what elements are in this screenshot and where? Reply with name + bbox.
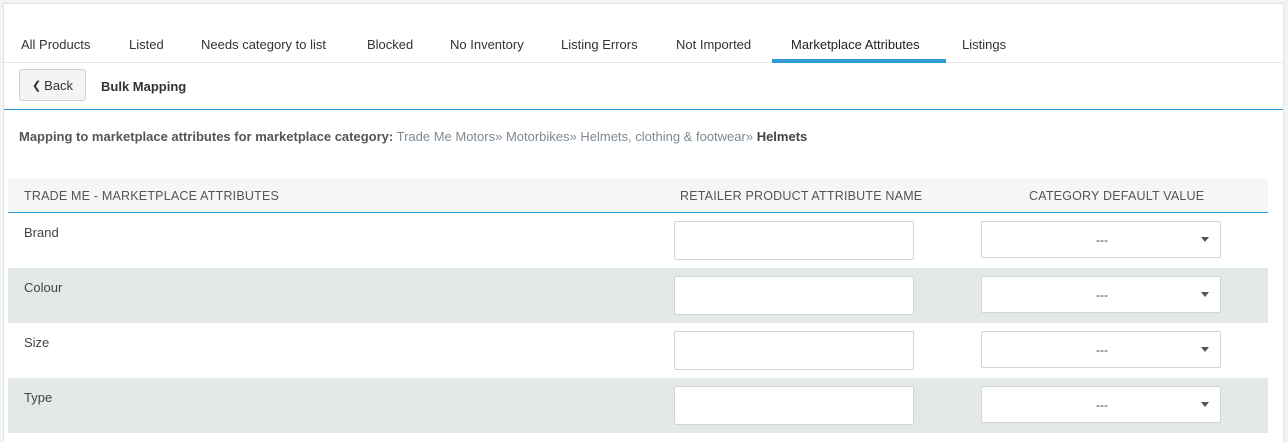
caret-down-icon bbox=[1201, 347, 1209, 352]
select-value: --- bbox=[1096, 233, 1108, 247]
sub-toolbar: ❮ Back Bulk Mapping bbox=[4, 63, 1283, 110]
content-panel: All Products Listed Needs category to li… bbox=[3, 3, 1284, 442]
tab-listings[interactable]: Listings bbox=[962, 37, 1006, 52]
table-row: Size --- bbox=[8, 323, 1268, 378]
default-value-select[interactable]: --- bbox=[981, 276, 1221, 313]
tab-blocked[interactable]: Blocked bbox=[367, 37, 413, 52]
back-button-label: Back bbox=[44, 77, 74, 93]
caret-down-icon bbox=[1201, 292, 1209, 297]
back-button[interactable]: ❮ Back bbox=[19, 69, 86, 101]
default-value-select[interactable]: --- bbox=[981, 221, 1221, 258]
attribute-name: Brand bbox=[24, 225, 59, 240]
retailer-attribute-input[interactable] bbox=[674, 386, 914, 425]
table-row: Brand --- bbox=[8, 213, 1268, 268]
retailer-attribute-input[interactable] bbox=[674, 221, 914, 260]
category-breadcrumb: Trade Me Motors» Motorbikes» Helmets, cl… bbox=[396, 129, 754, 144]
tab-not-imported[interactable]: Not Imported bbox=[676, 37, 751, 52]
tab-marketplace-attributes[interactable]: Marketplace Attributes bbox=[791, 37, 920, 52]
select-value: --- bbox=[1096, 343, 1108, 357]
table-row: Type --- bbox=[8, 378, 1268, 433]
chevron-left-icon: ❮ bbox=[31, 79, 42, 92]
attribute-name: Colour bbox=[24, 280, 63, 295]
category-leaf: Helmets bbox=[756, 129, 808, 144]
page-title: Bulk Mapping bbox=[101, 79, 187, 94]
retailer-attribute-input[interactable] bbox=[674, 276, 914, 315]
default-value-select[interactable]: --- bbox=[981, 386, 1221, 423]
select-value: --- bbox=[1096, 288, 1108, 302]
attribute-name: Type bbox=[24, 390, 53, 405]
mapping-label: Mapping to marketplace attributes for ma… bbox=[19, 129, 394, 144]
attributes-table: TRADE ME - MARKETPLACE ATTRIBUTES RETAIL… bbox=[8, 178, 1268, 442]
caret-down-icon bbox=[1201, 402, 1209, 407]
header-default-value: CATEGORY DEFAULT VALUE bbox=[1029, 189, 1205, 203]
caret-down-icon bbox=[1201, 237, 1209, 242]
attribute-name: Size bbox=[24, 335, 50, 350]
tab-bar: All Products Listed Needs category to li… bbox=[4, 4, 1283, 63]
table-row: Colour --- bbox=[8, 268, 1268, 323]
table-header: TRADE ME - MARKETPLACE ATTRIBUTES RETAIL… bbox=[8, 178, 1268, 213]
header-marketplace-attributes: TRADE ME - MARKETPLACE ATTRIBUTES bbox=[24, 189, 280, 203]
tab-needs-category[interactable]: Needs category to list bbox=[201, 37, 326, 52]
tab-listed[interactable]: Listed bbox=[129, 37, 164, 52]
retailer-attribute-input[interactable] bbox=[674, 331, 914, 370]
tab-all-products[interactable]: All Products bbox=[21, 37, 90, 52]
tab-no-inventory[interactable]: No Inventory bbox=[450, 37, 524, 52]
select-value: --- bbox=[1096, 398, 1108, 412]
category-mapping-line: Mapping to marketplace attributes for ma… bbox=[19, 129, 807, 144]
header-retailer-attribute: RETAILER PRODUCT ATTRIBUTE NAME bbox=[680, 189, 923, 203]
default-value-select[interactable]: --- bbox=[981, 331, 1221, 368]
tab-listing-errors[interactable]: Listing Errors bbox=[561, 37, 638, 52]
